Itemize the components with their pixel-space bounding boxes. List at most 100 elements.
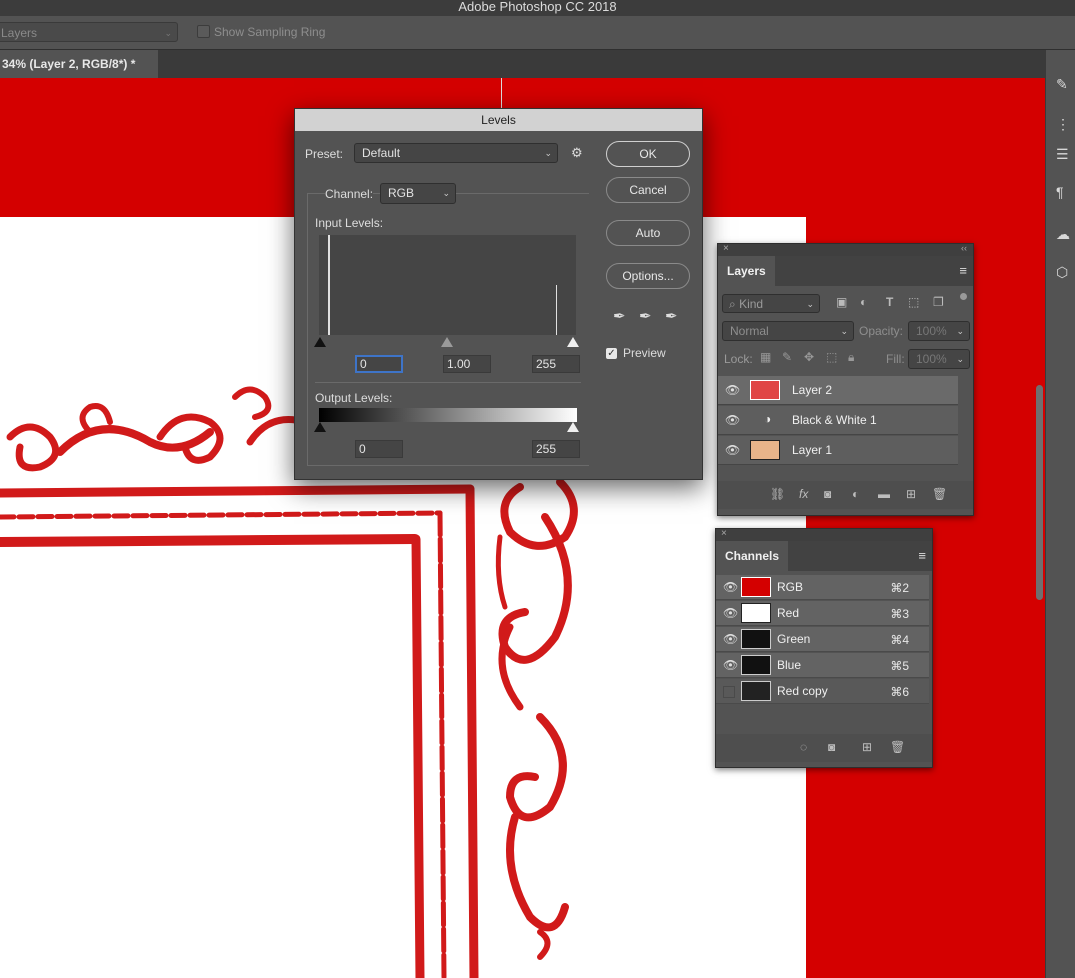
input-gamma-slider[interactable] [441,337,453,347]
channel-name: RGB [777,580,804,594]
libraries-icon[interactable]: ☁ [1056,226,1070,243]
channel-group-line-left [307,193,308,465]
panel-menu-icon[interactable]: ≡ [918,548,926,563]
new-layer-icon[interactable]: ⊞ [906,487,916,501]
visibility-eye-icon[interactable]: 👁︎ [725,406,740,434]
opacity-field[interactable]: 100% ⌄ [908,321,970,341]
layer-row[interactable]: 👁︎ Layer 1 [718,436,958,465]
lock-all-icon[interactable]: 🔒︎ [848,350,854,365]
new-adjustment-icon[interactable]: ◐ [852,487,859,501]
filter-smart-object-icon[interactable]: ❐ [933,295,944,309]
options-button[interactable]: Options... [606,263,690,289]
visibility-eye-icon[interactable]: 👁︎ [723,601,738,625]
output-black-slider[interactable] [314,422,326,432]
adjustment-layer-icon: ◑ [764,412,772,426]
filter-type-icon[interactable]: T [886,295,893,309]
channel-thumbnail [741,655,771,675]
trash-icon[interactable]: 🗑︎ [890,740,905,754]
visibility-eye-icon[interactable]: 👁︎ [723,575,738,599]
input-white-slider[interactable] [567,337,579,347]
output-white-field[interactable]: 255 [532,440,580,458]
new-channel-icon[interactable]: ⊞ [862,740,872,754]
layers-footer: ⛓︎ fx ◙ ◐ ▬ ⊞ 🗑︎ [718,481,973,509]
ok-button[interactable]: OK [606,141,690,167]
visibility-eye-icon[interactable]: 👁︎ [725,436,740,464]
window-title: Adobe Photoshop CC 2018 [0,0,1075,16]
close-icon[interactable]: × [721,528,727,539]
channel-row[interactable]: 👁︎ Blue ⌘5 [716,653,929,678]
gray-eyedropper-icon[interactable]: ✒ [639,307,652,325]
channel-thumbnail [741,681,771,701]
output-black-field[interactable]: 0 [355,440,403,458]
preset-gear-icon[interactable]: ⚙ [571,145,583,161]
channel-row[interactable]: 👁︎ Red ⌘3 [716,601,929,626]
channel-select[interactable]: RGB ⌄ [380,183,456,204]
paragraph-icon[interactable]: ¶ [1056,184,1064,200]
close-icon[interactable]: × [723,243,729,254]
link-layers-icon[interactable]: ⛓︎ [770,487,785,501]
layer-thumbnail [750,380,780,400]
tab-channels[interactable]: Channels [716,541,789,571]
black-eyedropper-icon[interactable]: ✒ [613,307,626,325]
tab-layers[interactable]: Layers [718,256,775,286]
channels-panel: × Channels ≡ 👁︎ RGB ⌘2 👁︎ Red ⌘3 👁︎ Gree… [715,528,933,768]
filter-adjustment-icon[interactable]: ◐ [860,295,867,309]
auto-button[interactable]: Auto [606,220,690,246]
sample-layers-select[interactable]: Layers ⌄ [0,22,178,42]
new-group-icon[interactable]: ▬ [878,487,890,501]
visibility-toggle-empty[interactable] [723,686,735,698]
histogram [319,235,576,335]
add-mask-icon[interactable]: ◙ [824,487,831,501]
brush-icon[interactable]: ✎ [1056,76,1068,93]
filter-toggle-icon[interactable] [960,293,967,300]
channel-row[interactable]: Red copy ⌘6 [716,679,929,704]
panel-menu-icon[interactable]: ≡ [959,263,967,278]
visibility-eye-icon[interactable]: 👁︎ [725,376,740,404]
chevron-down-icon: ⌄ [806,299,814,309]
cancel-button[interactable]: Cancel [606,177,690,203]
white-eyedropper-icon[interactable]: ✒ [665,307,678,325]
3d-icon[interactable]: ⬡ [1056,264,1068,281]
filter-pixel-icon[interactable]: ▣ [836,295,847,309]
channel-row[interactable]: 👁︎ RGB ⌘2 [716,575,929,600]
preview-label: Preview [623,346,666,360]
channel-name: Blue [777,658,802,672]
adjustments-icon[interactable]: ☰ [1056,146,1069,163]
lock-transparent-icon[interactable]: ▦ [760,350,771,364]
collapse-icon[interactable]: ‹‹ [961,243,967,253]
channel-shortcut: ⌘3 [890,607,909,621]
input-black-slider[interactable] [314,337,326,347]
save-selection-icon[interactable]: ◙ [828,740,835,754]
blend-mode-select[interactable]: Normal ⌄ [722,321,854,341]
layer-row[interactable]: 👁︎ ◑ Black & White 1 [718,406,958,435]
brush-settings-icon[interactable]: ⋮ [1056,116,1070,133]
document-tab[interactable]: 34% (Layer 2, RGB/8*) * [0,50,158,78]
preset-select[interactable]: Default ⌄ [354,143,558,163]
input-gamma-field[interactable]: 1.00 [443,355,491,373]
trash-icon[interactable]: 🗑︎ [932,487,947,501]
lock-artboard-icon[interactable]: ⬚ [826,350,837,364]
preview-checkbox[interactable]: ✓ [606,348,617,359]
channel-shortcut: ⌘2 [890,581,909,595]
channel-row[interactable]: 👁︎ Green ⌘4 [716,627,929,652]
lock-image-icon[interactable]: ✎ [782,350,792,364]
panel-header: × ‹‹ [718,243,973,256]
layer-row[interactable]: 👁︎ Layer 2 [718,376,958,405]
load-selection-icon[interactable]: ◌ [800,740,807,754]
layers-tab-bar: Layers ≡ [718,256,973,286]
filter-kind-select[interactable]: ⌕ Kind ⌄ [722,294,820,313]
visibility-eye-icon[interactable]: 👁︎ [723,653,738,677]
output-white-slider[interactable] [567,422,579,432]
layers-panel: × ‹‹ Layers ≡ ⌕ Kind ⌄ ▣ ◐ T ⬚ ❐ Normal … [717,243,974,516]
lock-position-icon[interactable]: ✥ [804,350,814,364]
channel-shortcut: ⌘5 [890,659,909,673]
canvas-scrollbar[interactable] [1036,385,1043,600]
fill-field[interactable]: 100% ⌄ [908,349,970,369]
filter-shape-icon[interactable]: ⬚ [908,295,919,309]
fx-icon[interactable]: fx [799,487,808,501]
chevron-down-icon: ⌄ [442,188,450,198]
sampling-ring-checkbox[interactable] [197,25,210,38]
input-white-field[interactable]: 255 [532,355,580,373]
visibility-eye-icon[interactable]: 👁︎ [723,627,738,651]
input-black-field[interactable]: 0 [355,355,403,373]
